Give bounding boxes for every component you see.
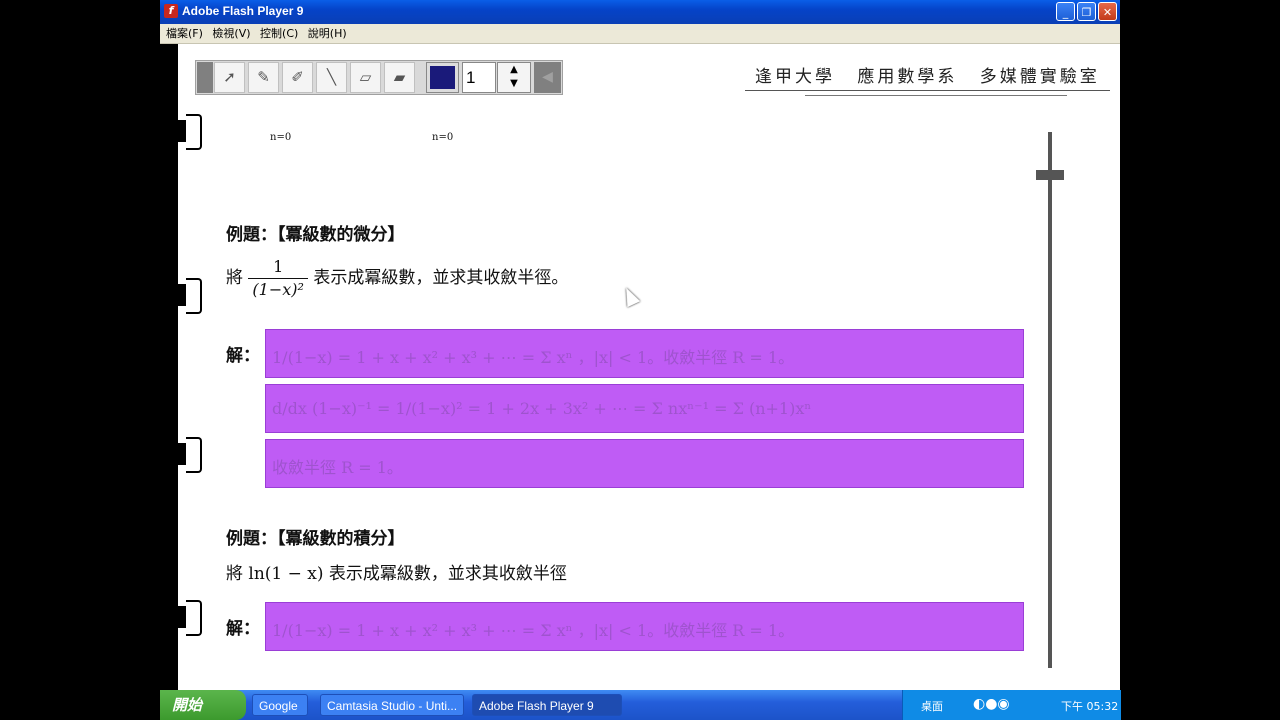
taskbar: 開始 Google Camtasia Studio - Unti... Adob… — [160, 690, 1121, 720]
tray-icons[interactable]: ◐●◉ — [973, 696, 1010, 712]
fragment-label: n=0 — [270, 132, 292, 143]
flash-player-window: f Adobe Flash Player 9 _ ❐ ✕ 檔案(F) 檢視(V)… — [160, 0, 1120, 690]
binder-ring — [176, 437, 202, 473]
binder-ring — [176, 278, 202, 314]
hidden-answer-box[interactable]: 1/(1−x) = 1 + x + x² + x³ + ⋯ = Σ xⁿ ，|x… — [265, 602, 1024, 651]
eraser-tool-icon[interactable]: ▱ — [350, 62, 381, 93]
minimize-button[interactable]: _ — [1056, 2, 1075, 21]
menu-file[interactable]: 檔案(F) — [166, 24, 203, 43]
example2-title: 例題：【冪級數的積分】 — [226, 529, 405, 549]
toolbar-grip[interactable] — [197, 62, 213, 93]
hidden-answer-box[interactable]: 1/(1−x) = 1 + x + x² + x³ + ⋯ = Σ xⁿ ，|x… — [265, 329, 1024, 378]
start-button[interactable]: 開始 — [160, 690, 246, 720]
taskbar-item-flash-player[interactable]: Adobe Flash Player 9 — [472, 694, 622, 716]
stroke-size-input[interactable]: 1 — [462, 62, 496, 93]
clear-all-icon[interactable]: ▰ — [384, 62, 415, 93]
prompt-prefix: 將 — [226, 268, 243, 288]
hidden-answer-box[interactable]: d/dx (1−x)⁻¹ = 1/(1−x)² = 1 + 2x + 3x² +… — [265, 384, 1024, 433]
drawing-toolbar: ➚ ✎ ✐ ╲ ▱ ▰ 1 ▲ ▼ ◀ — [195, 60, 563, 95]
example1-prompt: 將 1 (1−x)² 表示成冪級數，並求其收斂半徑。 — [226, 256, 568, 301]
tray-desktop-label[interactable]: 桌面 — [921, 698, 943, 714]
fraction-denominator: (1−x)² — [252, 280, 304, 299]
binder-ring — [176, 114, 202, 150]
answer-line: 收斂半徑 R = 1。 — [272, 458, 403, 477]
taskbar-item-camtasia[interactable]: Camtasia Studio - Unti... — [320, 694, 464, 716]
answer-line: 1/(1−x) = 1 + x + x² + x³ + ⋯ = Σ xⁿ ，|x… — [272, 621, 795, 640]
flash-icon: f — [164, 4, 178, 18]
slide-scroll-track[interactable] — [1048, 132, 1052, 668]
title-bar: f Adobe Flash Player 9 _ ❐ ✕ — [160, 0, 1120, 24]
system-tray: 桌面 ◐●◉ 下午 05:32 — [902, 690, 1121, 720]
undo-icon[interactable]: ◀ — [534, 62, 561, 93]
arrow-tool-icon[interactable]: ➚ — [214, 62, 245, 93]
slide-scroll-thumb[interactable] — [1036, 170, 1064, 180]
answer-line: 1/(1−x) = 1 + x + x² + x³ + ⋯ = Σ xⁿ ，|x… — [272, 348, 795, 367]
fraction: 1 (1−x)² — [248, 256, 308, 301]
prompt-suffix: 表示成冪級數，並求其收斂半徑。 — [313, 268, 569, 288]
stroke-size-stepper[interactable]: ▲ ▼ — [497, 62, 531, 93]
hidden-answer-box[interactable]: 收斂半徑 R = 1。 — [265, 439, 1024, 488]
header-rule — [805, 95, 1067, 96]
example1-title: 例題：【冪級數的微分】 — [226, 225, 405, 245]
fraction-numerator: 1 — [248, 256, 308, 279]
window-title: Adobe Flash Player 9 — [182, 4, 304, 18]
binder-ring — [176, 600, 202, 636]
line-tool-icon[interactable]: ╲ — [316, 62, 347, 93]
fragment-label: n=0 — [432, 132, 454, 143]
maximize-button[interactable]: ❐ — [1077, 2, 1096, 21]
solution-label: 解： — [226, 619, 260, 639]
slide-content: ➚ ✎ ✐ ╲ ▱ ▰ 1 ▲ ▼ ◀ 逢甲大學 應用數學系 多媒體實驗室 n=0… — [160, 44, 1120, 690]
header-rule — [745, 90, 1110, 91]
brush-tool-icon[interactable]: ✐ — [282, 62, 313, 93]
answer-line: d/dx (1−x)⁻¹ = 1/(1−x)² = 1 + 2x + 3x² +… — [272, 399, 812, 418]
example2-prompt: 將 ln(1 − x) 表示成冪級數，並求其收斂半徑 — [226, 564, 567, 584]
color-picker[interactable] — [426, 62, 459, 93]
pencil-tool-icon[interactable]: ✎ — [248, 62, 279, 93]
clock: 下午 05:32 — [1061, 700, 1119, 713]
menu-bar: 檔案(F) 檢視(V) 控制(C) 說明(H) — [160, 24, 1120, 44]
color-swatch — [430, 66, 455, 89]
solution-label: 解： — [226, 346, 260, 366]
close-button[interactable]: ✕ — [1098, 2, 1117, 21]
institution-header: 逢甲大學 應用數學系 多媒體實驗室 — [755, 67, 1100, 87]
menu-help[interactable]: 說明(H) — [308, 24, 347, 43]
taskbar-item-google[interactable]: Google — [252, 694, 308, 716]
menu-control[interactable]: 控制(C) — [260, 24, 298, 43]
menu-view[interactable]: 檢視(V) — [212, 24, 250, 43]
